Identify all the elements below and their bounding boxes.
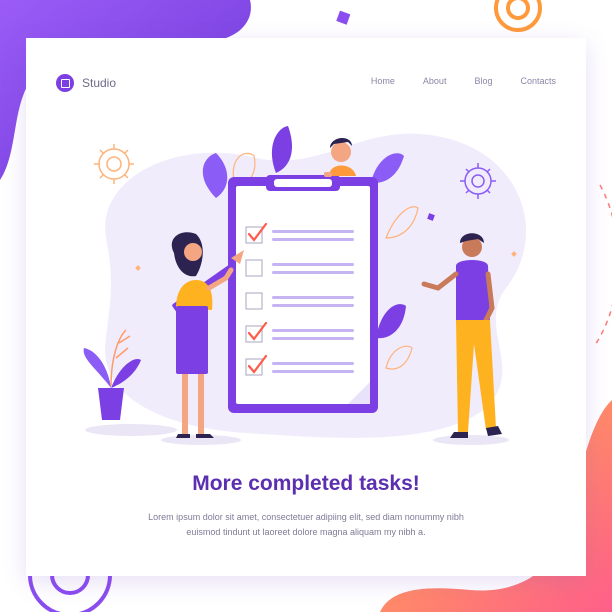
checkbox bbox=[245, 259, 263, 277]
diamond-shape bbox=[336, 10, 351, 25]
floor-shadow bbox=[85, 424, 177, 436]
gear-icon bbox=[94, 144, 134, 184]
floor-shadow bbox=[433, 435, 509, 445]
gear-icon bbox=[494, 0, 542, 32]
landing-page-card: Studio Home About Blog Contacts More com… bbox=[26, 38, 586, 576]
hero-description: Lorem ipsum dolor sit amet, consectetuer… bbox=[148, 512, 464, 537]
dashed-arc bbox=[594, 184, 612, 346]
clipboard-clip-inner bbox=[274, 179, 332, 187]
checkbox bbox=[245, 292, 263, 310]
hero-headline: More completed tasks! bbox=[192, 472, 420, 495]
